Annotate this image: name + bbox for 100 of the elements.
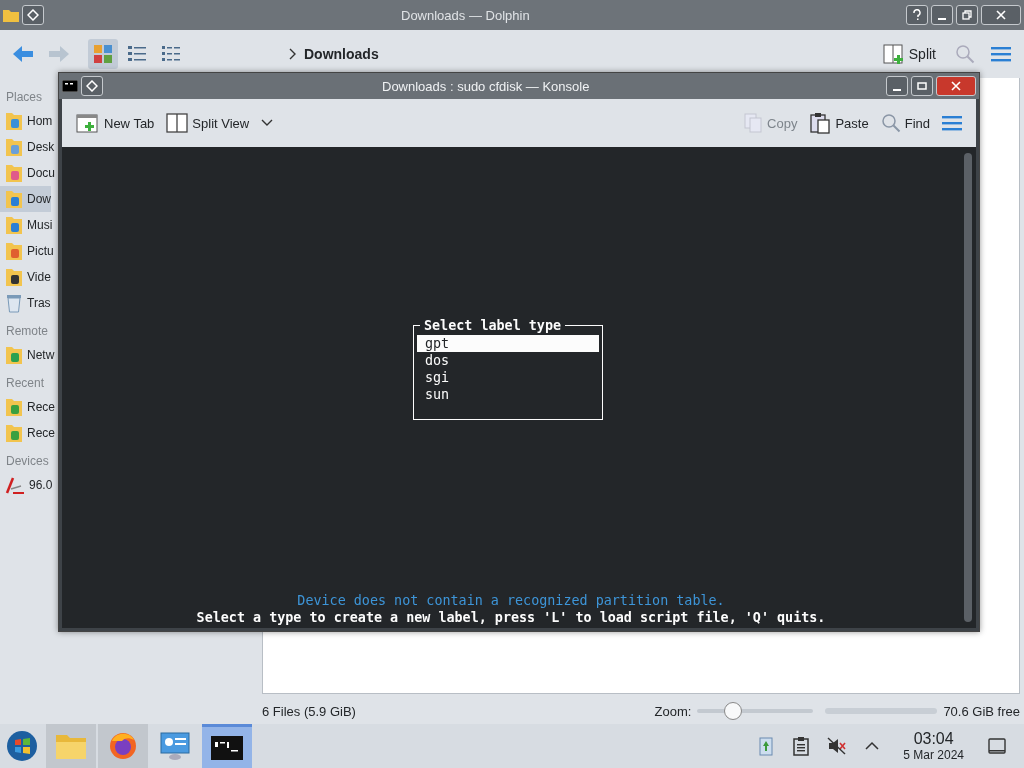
monitor-icon [159, 731, 191, 761]
trash-icon [5, 293, 23, 313]
terminal-icon [211, 735, 243, 760]
label-type-option[interactable]: sgi [417, 369, 599, 386]
free-space: 70.6 GiB free [943, 703, 1020, 719]
clock-time: 03:04 [913, 730, 954, 748]
zoom-slider[interactable] [697, 702, 814, 720]
menu-icon [942, 114, 962, 132]
find-button[interactable]: Find [880, 113, 930, 133]
terminal-icon [62, 80, 78, 92]
folder-icon [5, 215, 23, 235]
window-menu-button[interactable] [81, 76, 103, 96]
sidebar-item[interactable]: Pictu [0, 238, 54, 264]
help-button[interactable] [906, 5, 928, 25]
drive-icon [5, 475, 25, 495]
start-orb-icon [6, 730, 38, 762]
sidebar-item[interactable]: Musi [0, 212, 53, 238]
close-icon [951, 81, 961, 91]
updates-icon [757, 735, 776, 757]
status-message: Device does not contain a recognized partition table. [297, 592, 725, 609]
minimize-button[interactable] [886, 76, 908, 96]
split-view-icon [166, 113, 189, 133]
icons-view-button[interactable] [88, 39, 118, 69]
restore-icon [962, 10, 972, 20]
minimize-icon [938, 17, 946, 20]
sidebar-item[interactable]: Rece [0, 420, 55, 446]
zoom-label: Zoom: [654, 703, 692, 719]
diamond-icon [86, 80, 98, 92]
show-desktop-icon[interactable] [988, 738, 1006, 754]
section-heading: Places [5, 89, 43, 106]
paste-button[interactable]: Paste [809, 112, 869, 134]
sidebar-item[interactable]: 96.0 [0, 472, 53, 498]
folder-icon [5, 267, 23, 287]
folder-icon [5, 137, 23, 157]
caret-icon[interactable] [865, 741, 880, 751]
diamond-icon [27, 9, 39, 21]
section-heading: Recent [5, 375, 45, 392]
close-button[interactable] [936, 76, 976, 96]
sidebar-item[interactable]: Rece [0, 394, 55, 420]
maximize-button[interactable] [911, 76, 933, 96]
breadcrumb-item[interactable]: Downloads [304, 46, 379, 62]
caret-icon [261, 119, 274, 127]
details-list-icon [161, 44, 181, 64]
back-arrow-icon [12, 44, 34, 64]
window-menu-button[interactable] [22, 5, 44, 25]
menu-button[interactable] [942, 114, 962, 132]
close-icon [996, 10, 1006, 20]
key-hint: Select a type to create a new label, press 'L' to load script file, 'Q' quits. [196, 609, 826, 626]
sidebar-item[interactable]: Tras [0, 290, 51, 316]
file-count: 6 Files (5.9 GiB) [262, 703, 356, 719]
folder-icon [5, 345, 23, 365]
paste-icon [809, 112, 832, 134]
browser-icon [108, 731, 138, 761]
folder-icon [5, 423, 23, 443]
window-title: Downloads — Dolphin [401, 7, 530, 23]
new-tab-icon [76, 112, 100, 134]
dialog-title: Select label type [420, 317, 566, 334]
search-icon [955, 44, 975, 64]
browser-task[interactable] [98, 724, 148, 768]
help-icon [912, 9, 922, 21]
terminal-task[interactable] [202, 724, 252, 768]
sidebar-item[interactable]: Netw [0, 342, 55, 368]
sidebar-item[interactable]: Vide [0, 264, 51, 290]
label-type-option[interactable]: dos [417, 352, 599, 369]
window-title: Downloads : sudo cfdisk — Konsole [382, 78, 590, 94]
label-type-option[interactable]: sun [417, 386, 599, 403]
close-button[interactable] [981, 5, 1021, 25]
muted-speaker-icon[interactable] [827, 737, 848, 755]
folder-icon [5, 189, 23, 209]
maximize-icon [917, 81, 927, 91]
folder-icon [5, 397, 23, 417]
clipboard-icon [793, 736, 810, 756]
folder-icon [5, 111, 23, 131]
chevron-icon [288, 48, 296, 60]
folder-icon [3, 8, 19, 22]
split-button[interactable]: Split [882, 43, 936, 65]
new-tab-button[interactable]: New Tab [76, 112, 155, 134]
section-heading: Remote [5, 323, 49, 340]
list-icon [127, 44, 147, 64]
sidebar-item[interactable]: Hom [0, 108, 53, 134]
folder-icon [55, 732, 87, 760]
clock-date: 5 Mar 2024 [903, 748, 964, 762]
minimize-button[interactable] [931, 5, 953, 25]
search-icon [880, 113, 901, 133]
sidebar-item[interactable]: Docu [0, 160, 55, 186]
scrollbar[interactable] [964, 153, 972, 622]
restore-button[interactable] [956, 5, 978, 25]
minimize-icon [893, 88, 901, 91]
menu-icon [991, 45, 1011, 63]
sidebar-item[interactable]: Dow [0, 186, 51, 212]
section-heading: Devices [5, 453, 49, 470]
copy-icon [743, 113, 764, 133]
label-type-option[interactable]: gpt [417, 335, 599, 352]
folder-icon [5, 163, 23, 183]
split-view-button[interactable]: Split View [166, 113, 274, 133]
split-view-icon [882, 43, 905, 65]
forward-arrow-icon [48, 44, 70, 64]
folder-icon [5, 241, 23, 261]
icon-grid-icon [93, 44, 113, 64]
sidebar-item[interactable]: Desk [0, 134, 55, 160]
